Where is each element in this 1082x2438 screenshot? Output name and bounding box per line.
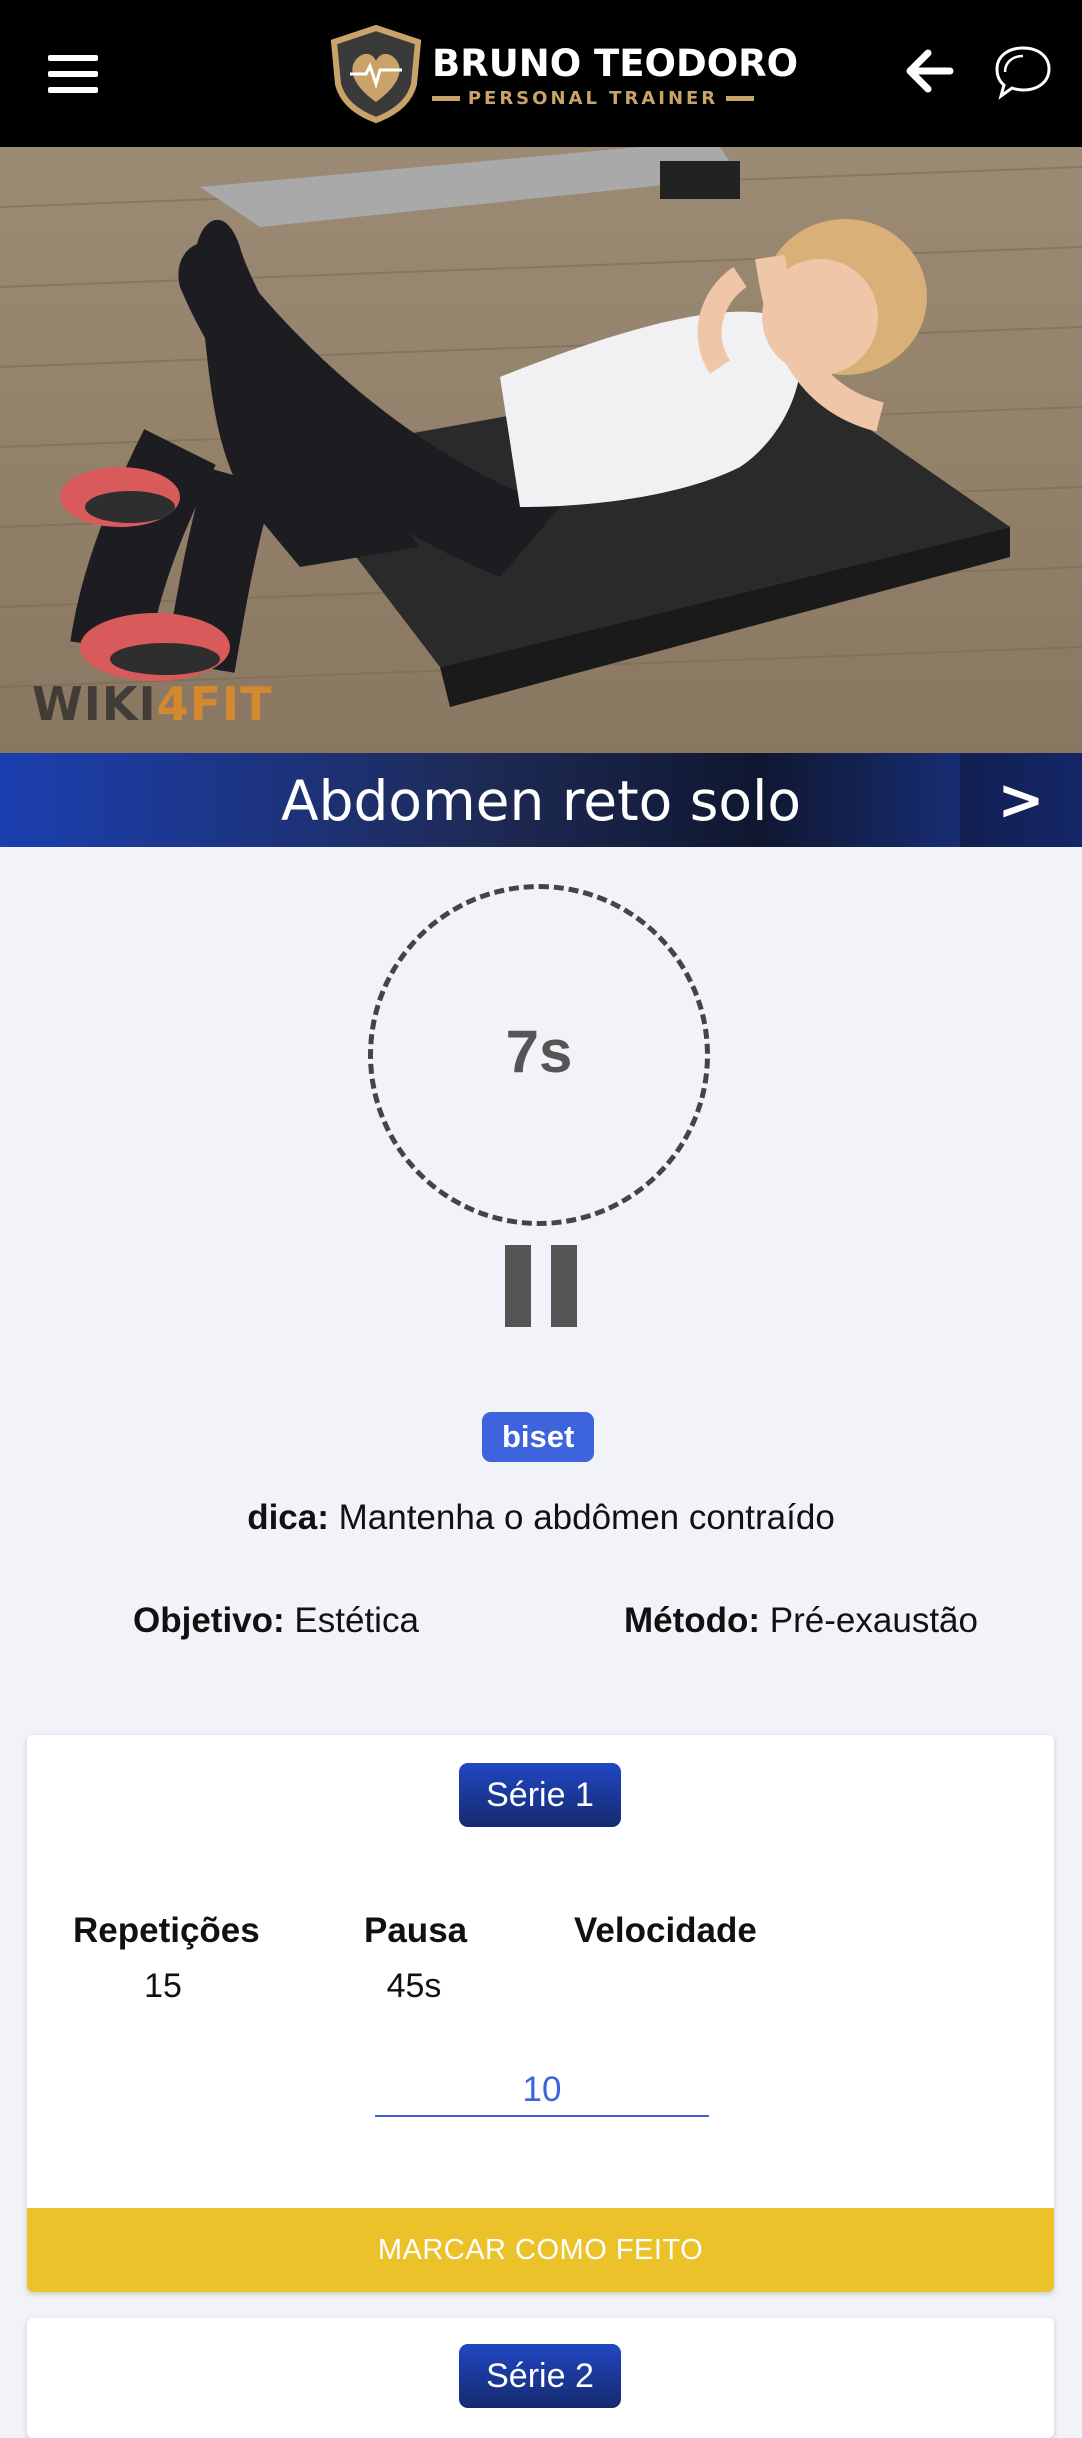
next-exercise-button[interactable]: >: [960, 753, 1082, 847]
method-value: Pré-exaustão: [760, 1601, 978, 1640]
chat-icon[interactable]: [993, 42, 1053, 102]
rest-timer: 7s: [368, 884, 710, 1226]
exercise-demo-image: WIKI4FIT: [0, 147, 1082, 753]
pause-value: 45s: [386, 1967, 442, 2005]
objective-value: Estética: [284, 1601, 419, 1640]
brand-subtitle: PERSONAL TRAINER: [432, 86, 754, 110]
objective: Objetivo: Estética: [133, 1601, 419, 1641]
method: Método: Pré-exaustão: [624, 1601, 978, 1641]
objective-label: Objetivo:: [133, 1601, 285, 1640]
series-card: Série 2: [27, 2318, 1054, 2438]
back-arrow-icon[interactable]: [902, 45, 954, 97]
brand-logo: BRUNO TEODORO PERSONAL TRAINER: [328, 24, 798, 124]
series-label: Série 1: [459, 1763, 621, 1827]
pause-label: Pausa: [364, 1911, 468, 1950]
reps-value: 15: [144, 1967, 182, 2005]
tip-text: Mantenha o abdômen contraído: [328, 1498, 835, 1537]
exercise-tip: dica: Mantenha o abdômen contraído: [0, 1498, 1082, 1538]
series-card: Série 1 Repetições 15 Pausa 45s Velocida…: [27, 1735, 1054, 2292]
series-label: Série 2: [459, 2344, 621, 2408]
method-badge: biset: [482, 1412, 595, 1462]
pause-icon[interactable]: [505, 1245, 577, 1327]
mark-done-button[interactable]: MARCAR COMO FEITO: [27, 2208, 1054, 2292]
speed-input[interactable]: [375, 2065, 709, 2117]
speed-label: Velocidade: [574, 1911, 757, 1950]
brand-name: BRUNO TEODORO: [432, 42, 799, 85]
tip-label: dica:: [247, 1498, 329, 1537]
exercise-title-bar: Abdomen reto solo >: [0, 753, 1082, 847]
timer-value: 7s: [505, 1018, 573, 1085]
shield-heart-icon: [330, 24, 422, 124]
menu-icon[interactable]: [48, 55, 98, 93]
reps-label: Repetições: [73, 1911, 260, 1950]
watermark: WIKI4FIT: [32, 677, 273, 731]
method-label: Método:: [624, 1601, 761, 1640]
exercise-title: Abdomen reto solo: [280, 769, 802, 833]
app-header: BRUNO TEODORO PERSONAL TRAINER: [0, 0, 1082, 147]
